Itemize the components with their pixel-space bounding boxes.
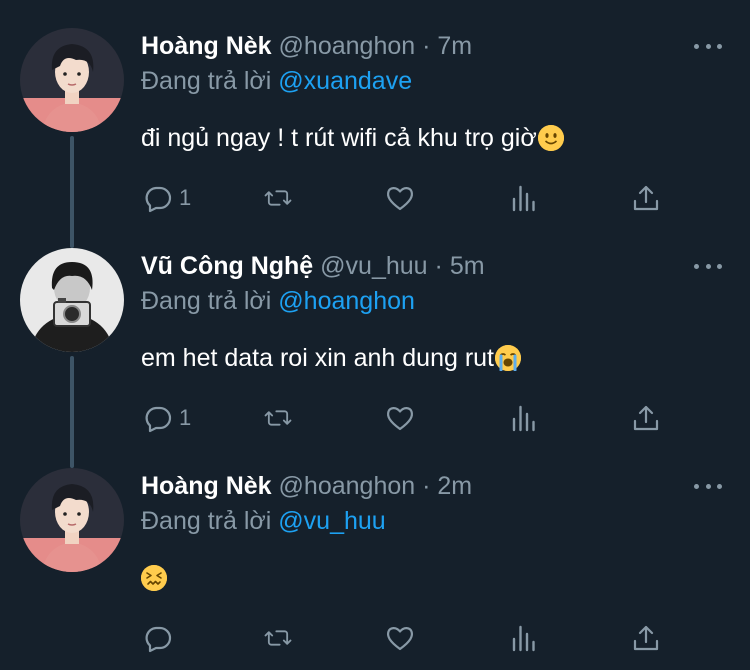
retweet-button[interactable] (263, 618, 293, 658)
tweet-actions (0, 618, 750, 658)
avatar[interactable] (20, 468, 124, 572)
share-button[interactable] (631, 398, 661, 438)
like-icon (387, 627, 413, 651)
replying-to: Đang trả lời @xuandave (141, 65, 412, 97)
share-button[interactable] (631, 618, 661, 658)
tweet-header: Hoàng Nèk @hoanghon · 2m (141, 470, 472, 502)
reply-button[interactable] (143, 618, 179, 658)
avatar[interactable] (20, 28, 124, 132)
more-icon[interactable] (694, 36, 722, 56)
tweet-text-content: em het data roi xin anh dung rut (141, 344, 495, 372)
tweet-text-content: đi ngủ ngay ! t rút wifi cả khu trọ giờ (141, 124, 537, 152)
display-name[interactable]: Hoàng Nèk (141, 32, 272, 60)
tweet-text (141, 560, 167, 596)
timestamp[interactable]: 2m (437, 472, 472, 500)
confounded-face-icon (141, 565, 167, 591)
tweet[interactable]: Hoàng Nèk @hoanghon · 7m Đang trả lời @x… (0, 0, 750, 220)
user-handle[interactable]: @vu_huu (320, 252, 427, 280)
replying-to: Đang trả lời @vu_huu (141, 505, 386, 537)
retweet-button[interactable] (263, 398, 293, 438)
like-icon (387, 187, 413, 211)
separator-dot: · (422, 32, 431, 60)
timestamp[interactable]: 7m (437, 32, 472, 60)
loudly-crying-face-icon (495, 345, 522, 372)
tweet[interactable]: Hoàng Nèk @hoanghon · 2m Đang trả lời @v… (0, 440, 750, 660)
more-icon[interactable] (694, 256, 722, 276)
reply-icon (145, 406, 172, 433)
retweet-icon (264, 190, 292, 206)
reply-button[interactable]: 1 (143, 178, 191, 218)
share-button[interactable] (631, 178, 661, 218)
separator-dot: · (422, 472, 431, 500)
analytics-button[interactable] (510, 398, 540, 438)
like-button[interactable] (385, 618, 415, 658)
share-icon (633, 625, 659, 651)
share-icon (633, 405, 659, 431)
replying-to-label: Đang trả lời (141, 287, 272, 315)
tweet-actions: 1 (0, 398, 750, 438)
retweet-icon (264, 630, 292, 646)
reply-icon (145, 186, 172, 213)
analytics-button[interactable] (510, 618, 540, 658)
analytics-icon (512, 185, 535, 212)
analytics-icon (512, 405, 535, 432)
tweet-text: đi ngủ ngay ! t rút wifi cả khu trọ giờ (141, 120, 564, 156)
replying-to-label: Đang trả lời (141, 67, 272, 95)
tweet-thread: Hoàng Nèk @hoanghon · 7m Đang trả lời @x… (0, 0, 750, 670)
like-button[interactable] (385, 178, 415, 218)
like-button[interactable] (385, 398, 415, 438)
reply-count: 1 (179, 405, 192, 430)
user-handle[interactable]: @hoanghon (279, 472, 416, 500)
retweet-button[interactable] (263, 178, 293, 218)
tweet[interactable]: Vũ Công Nghệ @vu_huu · 5m Đang trả lời @… (0, 220, 750, 440)
slightly-smiling-face-icon (537, 125, 564, 151)
reply-icon (145, 626, 172, 653)
mention-link[interactable]: @hoanghon (278, 287, 415, 315)
separator-dot: · (434, 252, 443, 280)
tweet-actions: 1 (0, 178, 750, 218)
analytics-button[interactable] (510, 178, 540, 218)
reply-count: 1 (179, 185, 192, 210)
share-icon (633, 185, 659, 211)
mention-link[interactable]: @vu_huu (278, 507, 385, 535)
replying-to: Đang trả lời @hoanghon (141, 285, 415, 317)
mention-link[interactable]: @xuandave (278, 67, 412, 95)
retweet-icon (264, 410, 292, 426)
user-handle[interactable]: @hoanghon (279, 32, 416, 60)
replying-to-label: Đang trả lời (141, 507, 272, 535)
timestamp[interactable]: 5m (450, 252, 485, 280)
more-icon[interactable] (694, 476, 722, 496)
like-icon (387, 407, 413, 431)
display-name[interactable]: Hoàng Nèk (141, 472, 272, 500)
display-name[interactable]: Vũ Công Nghệ (141, 252, 313, 280)
reply-button[interactable]: 1 (143, 398, 191, 438)
avatar[interactable] (20, 248, 124, 352)
tweet-header: Hoàng Nèk @hoanghon · 7m (141, 30, 472, 62)
analytics-icon (512, 625, 535, 652)
tweet-text: em het data roi xin anh dung rut (141, 340, 522, 376)
tweet-header: Vũ Công Nghệ @vu_huu · 5m (141, 250, 485, 282)
